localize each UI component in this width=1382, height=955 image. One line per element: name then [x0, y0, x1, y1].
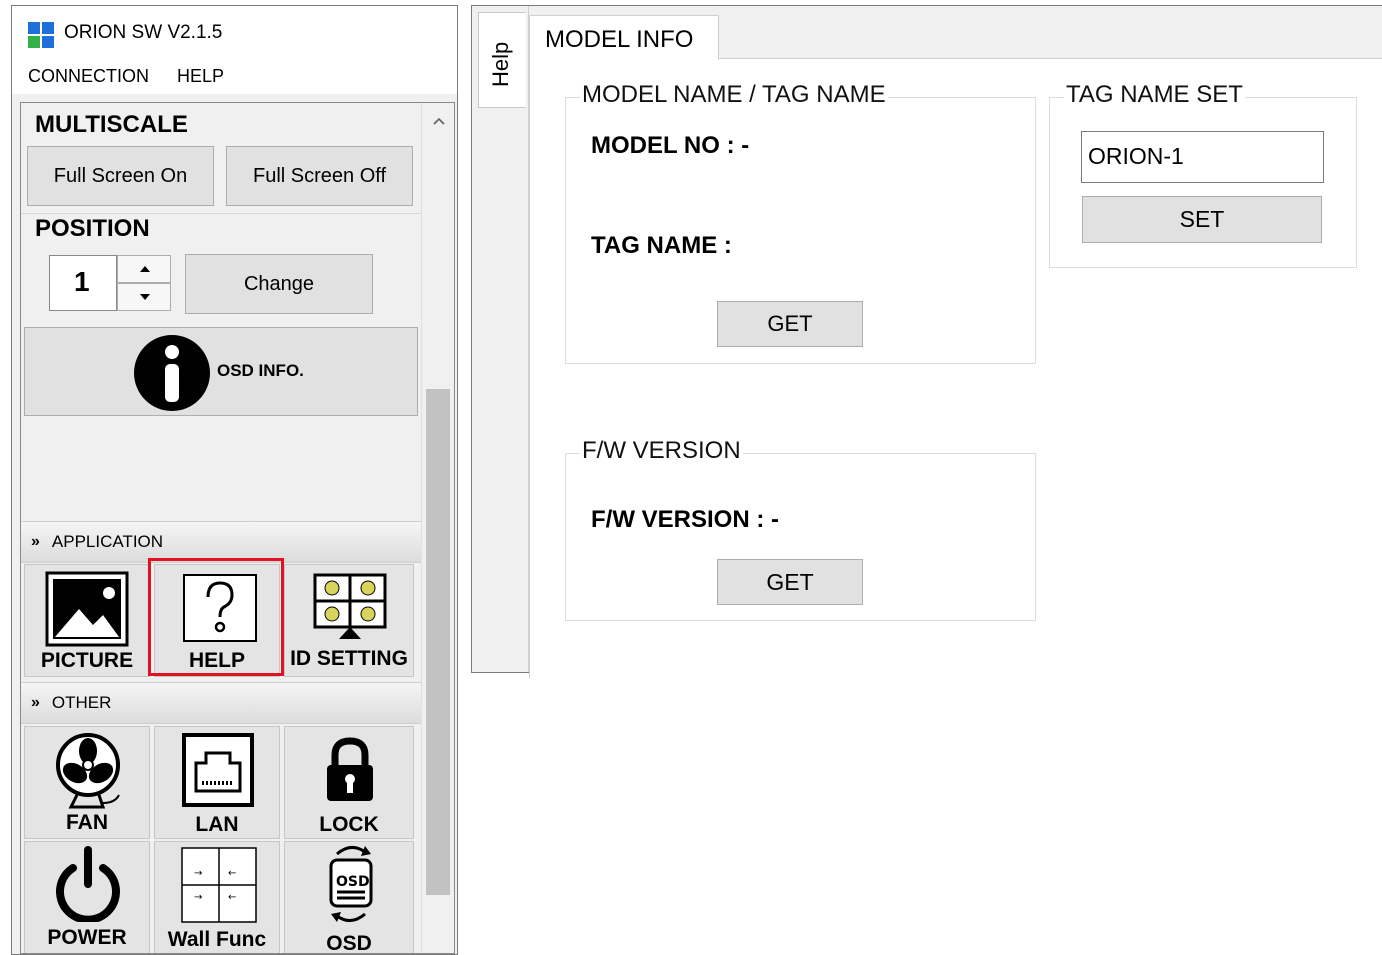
svg-text:→: → — [194, 868, 202, 879]
menu-help[interactable]: HELP — [177, 66, 224, 87]
full-screen-off-button[interactable]: Full Screen Off — [226, 146, 413, 206]
tab-model-info-label: MODEL INFO — [545, 26, 694, 53]
lan-tile[interactable]: LAN — [154, 726, 280, 839]
id-setting-icon — [313, 573, 387, 639]
power-tile[interactable]: POWER — [24, 841, 150, 953]
help-panel: Help MODEL INFO MODEL NAME / TAG NAME MO… — [471, 5, 1382, 678]
application-heading: APPLICATION — [51, 532, 164, 551]
position-spin-down-button[interactable] — [117, 283, 171, 311]
application-category-header[interactable]: » APPLICATION — [21, 521, 421, 563]
change-button[interactable]: Change — [185, 254, 373, 314]
position-section: POSITION 1 Change — [21, 213, 426, 323]
main-window: ORION SW V2.1.5 CONNECTION HELP MULTISCA… — [11, 5, 458, 955]
menu-connection[interactable]: CONNECTION — [28, 66, 149, 87]
info-icon — [134, 335, 210, 411]
triangle-up-icon — [140, 266, 150, 272]
model-info-page: MODEL NAME / TAG NAME MODEL NO : - TAG N… — [529, 58, 1382, 678]
scroll-up-arrow-icon[interactable] — [433, 117, 445, 125]
osd-info-label: OSD INFO. — [217, 361, 304, 380]
fan-tile[interactable]: FAN — [24, 726, 150, 839]
tag-name-input-value: ORION-1 — [1088, 143, 1184, 169]
lock-tile[interactable]: LOCK — [284, 726, 414, 839]
fw-version-group: F/W VERSION F/W VERSION : - GET — [565, 437, 1036, 621]
power-label: POWER — [47, 926, 127, 949]
side-tab-strip: Help — [472, 6, 529, 672]
model-get-button[interactable]: GET — [717, 301, 863, 347]
fw-get-button[interactable]: GET — [717, 559, 863, 605]
tag-name-label: TAG NAME : — [591, 232, 732, 259]
fw-version-label: F/W VERSION : - — [591, 506, 779, 533]
model-name-group: MODEL NAME / TAG NAME MODEL NO : - TAG N… — [565, 81, 1036, 364]
position-value: 1 — [74, 266, 90, 297]
double-chevron-down-icon: » — [31, 694, 40, 711]
wall-func-tile[interactable]: → ← → ← Wall Func — [154, 841, 280, 953]
osd-label: OSD — [326, 932, 372, 954]
app-logo-icon — [28, 22, 54, 48]
help-icon — [183, 574, 257, 642]
help-side-tab[interactable]: Help — [478, 12, 526, 108]
fw-version-group-title: F/W VERSION — [580, 437, 743, 465]
tag-name-set-group-title: TAG NAME SET — [1064, 81, 1245, 109]
control-panel: MULTISCALE Full Screen On Full Screen Of… — [20, 102, 455, 954]
power-icon — [56, 846, 120, 922]
position-spin-up-button[interactable] — [117, 255, 171, 283]
multiscale-section: MULTISCALE Full Screen On Full Screen Of… — [21, 103, 426, 214]
id-setting-tile[interactable]: ID SETTING — [284, 564, 414, 677]
app-title: ORION SW V2.1.5 — [64, 22, 223, 43]
title-bar: ORION SW V2.1.5 — [12, 6, 457, 56]
osd-icon: OSD — [329, 846, 373, 922]
position-heading: POSITION — [35, 215, 150, 242]
picture-tile[interactable]: PICTURE — [24, 564, 150, 677]
osd-tile[interactable]: OSD OSD — [284, 841, 414, 954]
model-name-group-title: MODEL NAME / TAG NAME — [580, 81, 888, 109]
lan-icon — [182, 733, 254, 807]
multiscale-heading: MULTISCALE — [35, 111, 188, 138]
picture-icon — [45, 571, 129, 647]
model-no-label: MODEL NO : - — [591, 132, 750, 159]
wall-func-label: Wall Func — [167, 928, 267, 951]
tab-model-info[interactable]: MODEL INFO — [529, 15, 719, 60]
help-tile[interactable]: HELP — [154, 564, 280, 677]
svg-text:OSD: OSD — [336, 874, 370, 890]
help-side-tab-label: Help — [488, 41, 513, 87]
osd-info-button[interactable]: OSD INFO. — [24, 327, 418, 416]
other-heading: OTHER — [51, 693, 112, 712]
lock-icon — [327, 737, 373, 801]
svg-text:←: ← — [228, 892, 236, 903]
fan-icon — [56, 733, 120, 809]
svg-text:←: ← — [228, 868, 236, 879]
double-chevron-down-icon: » — [31, 533, 40, 550]
fan-label: FAN — [66, 811, 108, 834]
triangle-down-icon — [140, 294, 150, 300]
tag-set-button[interactable]: SET — [1082, 196, 1322, 243]
full-screen-on-button[interactable]: Full Screen On — [27, 146, 214, 206]
lan-label: LAN — [195, 813, 239, 836]
tag-name-set-group: TAG NAME SET ORION-1 SET — [1049, 81, 1357, 268]
scrollbar-thumb[interactable] — [426, 389, 450, 895]
svg-text:→: → — [194, 892, 202, 903]
wall-func-icon: → ← → ← — [181, 847, 257, 923]
help-label: HELP — [188, 649, 245, 672]
vertical-scrollbar[interactable] — [421, 103, 454, 953]
menu-bar: CONNECTION HELP — [12, 56, 457, 94]
other-category-header[interactable]: » OTHER — [21, 682, 421, 724]
tag-name-input[interactable]: ORION-1 — [1081, 131, 1324, 183]
lock-label: LOCK — [319, 813, 379, 836]
picture-label: PICTURE — [40, 649, 134, 672]
id-setting-label: ID SETTING — [290, 647, 408, 670]
position-number-input[interactable]: 1 — [49, 255, 117, 311]
